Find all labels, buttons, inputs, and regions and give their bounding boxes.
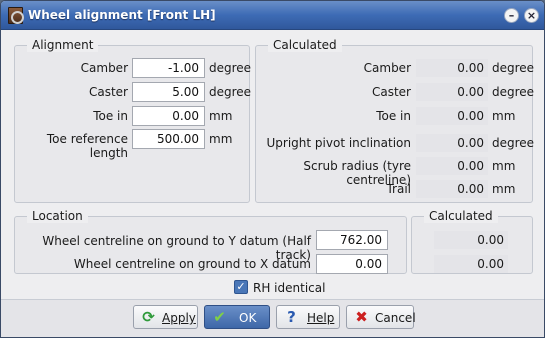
refresh-arrows-icon: ⟳ xyxy=(142,308,155,326)
caster-label: Caster xyxy=(88,85,128,99)
calc-camber-value: 0.00 xyxy=(416,59,488,77)
upright-pivot-inclination-value: 0.00 xyxy=(416,134,488,152)
checkmark-icon: ✔ xyxy=(213,308,226,326)
ok-button[interactable]: ✔ OK xyxy=(204,305,270,329)
button-bar xyxy=(1,299,544,337)
minimize-icon[interactable]: – xyxy=(504,8,519,23)
toe-in-unit: mm xyxy=(209,109,233,123)
upright-pivot-inclination-unit: degree xyxy=(492,136,535,150)
calc-toe-in-label: Toe in xyxy=(376,109,411,123)
caster-unit: degree xyxy=(209,85,252,99)
scrub-radius-unit: mm xyxy=(492,159,516,173)
y-datum-input[interactable]: 762.00 xyxy=(316,230,388,250)
calculated-location-group-title: Calculated xyxy=(424,209,498,223)
window-title: Wheel alignment [Front LH] xyxy=(28,8,216,22)
rh-identical-label[interactable]: RH identical xyxy=(253,281,325,295)
wheel-alignment-dialog: Wheel alignment [Front LH] – × Alignment… xyxy=(0,0,545,338)
calc-camber-unit: degree xyxy=(492,61,535,75)
help-button[interactable]: ? Help xyxy=(276,305,340,329)
location-group-title: Location xyxy=(27,209,88,223)
close-icon[interactable]: × xyxy=(524,8,539,23)
calc-toe-in-value: 0.00 xyxy=(416,107,488,125)
alignment-group-title: Alignment xyxy=(27,38,99,52)
upright-pivot-inclination-label: Upright pivot inclination xyxy=(266,136,411,150)
toe-in-input[interactable]: 0.00 xyxy=(132,106,205,126)
calc-caster-value: 0.00 xyxy=(416,83,488,101)
calc-caster-unit: degree xyxy=(492,85,535,99)
question-mark-icon: ? xyxy=(287,308,296,326)
calc-caster-label: Caster xyxy=(371,85,411,99)
toe-reference-length-unit: mm xyxy=(209,132,233,146)
caster-input[interactable]: 5.00 xyxy=(132,82,205,102)
trail-value: 0.00 xyxy=(416,180,488,198)
apply-button[interactable]: ⟳ Apply xyxy=(133,305,198,329)
camber-label: Camber xyxy=(80,61,128,75)
camber-input[interactable]: -1.00 xyxy=(132,58,205,78)
scrub-radius-value: 0.00 xyxy=(416,157,488,175)
wheel-alignment-icon xyxy=(8,7,24,24)
toe-reference-length-label: Toe reference length xyxy=(46,132,128,160)
calc-y-datum-value: 0.00 xyxy=(434,231,508,249)
rh-identical-checkbox[interactable]: ✓ xyxy=(234,280,248,294)
trail-label: Trail xyxy=(386,182,411,196)
calculated-alignment-group-title: Calculated xyxy=(268,38,342,52)
calc-x-datum-value: 0.00 xyxy=(434,255,508,273)
title-bar[interactable]: Wheel alignment [Front LH] – × xyxy=(1,1,544,30)
toe-in-label: Toe in xyxy=(93,109,128,123)
trail-unit: mm xyxy=(492,182,516,196)
calc-toe-in-unit: mm xyxy=(492,109,516,123)
red-x-icon: ✖ xyxy=(355,308,368,326)
x-datum-input[interactable]: 0.00 xyxy=(316,254,388,274)
camber-unit: degree xyxy=(209,61,252,75)
x-datum-label: Wheel centreline on ground to X datum xyxy=(73,257,311,271)
toe-reference-length-input[interactable]: 500.00 xyxy=(132,129,205,149)
cancel-button[interactable]: ✖ Cancel xyxy=(346,305,416,329)
calc-camber-label: Camber xyxy=(363,61,411,75)
